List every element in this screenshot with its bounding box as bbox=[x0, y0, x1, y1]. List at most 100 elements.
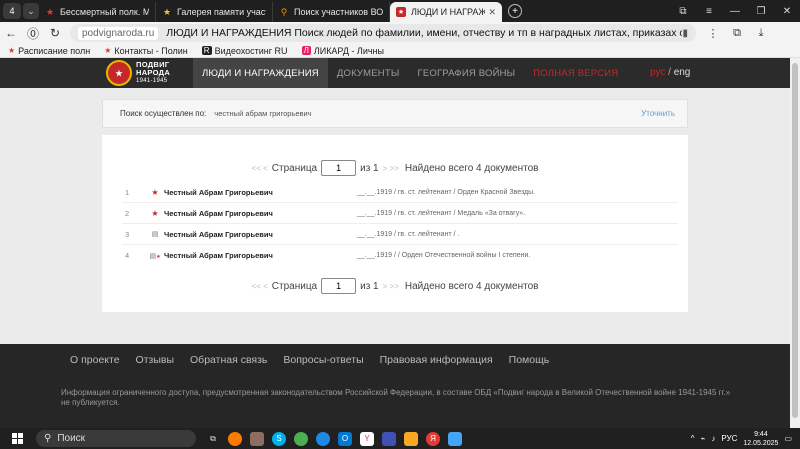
bookmark-label: Видеохостинг RU bbox=[214, 45, 288, 56]
browser-tab-active[interactable]: ★ ЛЮДИ И НАГРАЖДЕН ✕ bbox=[390, 2, 502, 22]
more-icon[interactable]: ⋮ bbox=[702, 27, 724, 40]
folder-icon[interactable] bbox=[404, 431, 418, 446]
browser-tab[interactable]: ★ Бессмертный полк. Моск bbox=[39, 2, 156, 22]
maximize-icon[interactable]: ❐ bbox=[748, 6, 774, 17]
bookmark-icon[interactable]: ▮ bbox=[682, 28, 688, 39]
tray-language[interactable]: РУС bbox=[721, 434, 737, 443]
footer-link-reviews[interactable]: Отзывы bbox=[136, 354, 174, 366]
result-row[interactable]: 4 ▤★ Честный Абрам Григорьевич __.__.191… bbox=[122, 245, 678, 266]
footer-link-faq[interactable]: Вопросы-ответы bbox=[283, 354, 363, 366]
result-row[interactable]: 1 ★ Честный Абрам Григорьевич __.__.1919… bbox=[122, 182, 678, 203]
logo-line2: НАРОДА bbox=[136, 68, 171, 77]
lang-en[interactable]: eng bbox=[674, 67, 691, 78]
app-icon[interactable] bbox=[250, 431, 264, 446]
star-icon: ★ bbox=[45, 6, 55, 17]
browser-tab[interactable]: ★ Галерея памяти участник bbox=[156, 2, 273, 22]
footer-link-about[interactable]: О проекте bbox=[70, 354, 120, 366]
taskbar-search[interactable]: ⚲ Поиск bbox=[36, 430, 196, 447]
chrome-icon[interactable] bbox=[294, 431, 308, 446]
likard-icon: Л bbox=[301, 46, 311, 55]
nav-war-geography[interactable]: ГЕОГРАФИЯ ВОЙНЫ bbox=[408, 58, 524, 88]
pager-top: << < Страница из 1 > >> Найдено всего 4 … bbox=[102, 160, 688, 176]
nav-full-version[interactable]: ПОЛНАЯ ВЕРСИЯ bbox=[524, 58, 627, 88]
tab-title: ЛЮДИ И НАГРАЖДЕН bbox=[411, 7, 486, 17]
clock[interactable]: 9:44 12.05.2025 bbox=[743, 430, 778, 448]
result-row[interactable]: 2 ★ Честный Абрам Григорьевич __.__.1919… bbox=[122, 203, 678, 224]
pager-next[interactable]: > >> bbox=[383, 164, 399, 173]
bookmark-label: Контакты - Полин bbox=[114, 45, 188, 56]
pager-next[interactable]: > >> bbox=[383, 282, 399, 291]
volume-icon[interactable]: ♪ bbox=[711, 434, 715, 443]
protect-icon[interactable]: ⓪ bbox=[22, 25, 44, 42]
menu-icon[interactable]: ≡ bbox=[696, 6, 722, 17]
pager-page-label: Страница bbox=[271, 280, 318, 292]
close-icon[interactable]: ✕ bbox=[485, 7, 496, 18]
tab-count-button[interactable]: 4 bbox=[3, 3, 21, 19]
nav-documents[interactable]: ДОКУМЕНТЫ bbox=[328, 58, 409, 88]
result-name[interactable]: Честный Абрам Григорьевич bbox=[164, 251, 344, 260]
search-summary: Поиск осуществлен по: честный абрам григ… bbox=[102, 99, 688, 128]
page-scrollbar[interactable] bbox=[790, 58, 800, 428]
bookmark-item[interactable]: ★ Контакты - Полин bbox=[104, 46, 188, 56]
result-name[interactable]: Честный Абрам Григорьевич bbox=[164, 209, 344, 218]
result-details: __.__.1919 / гв. ст. лейтенант / Медаль … bbox=[357, 209, 526, 217]
tab-title: Галерея памяти участник bbox=[177, 7, 266, 17]
bookmark-item[interactable]: R Видеохостинг RU bbox=[201, 45, 288, 56]
star-icon: ★ bbox=[151, 187, 159, 197]
task-view-icon[interactable]: ⧉ bbox=[206, 432, 220, 446]
result-details: __.__.1919 / гв. ст. лейтенант / . bbox=[357, 230, 460, 238]
close-window-icon[interactable]: ✕ bbox=[774, 6, 800, 17]
bookmark-label: Расписание полн bbox=[18, 45, 91, 56]
pager-prev[interactable]: << < bbox=[252, 282, 268, 291]
outlook-icon[interactable]: O bbox=[338, 431, 352, 446]
lang-ru[interactable]: рус bbox=[650, 67, 665, 78]
bookmark-label: ЛИКАРД - Личны bbox=[313, 45, 384, 56]
chevron-up-icon[interactable]: ^ bbox=[691, 434, 695, 443]
pager-prev[interactable]: << < bbox=[252, 164, 268, 173]
nav-people-awards[interactable]: ЛЮДИ И НАГРАЖДЕНИЯ bbox=[193, 58, 328, 88]
windows-start-icon[interactable] bbox=[6, 433, 28, 444]
pager-bottom: << < Страница из 1 > >> Найдено всего 4 … bbox=[102, 278, 688, 294]
clock-time: 9:44 bbox=[754, 430, 768, 438]
back-icon[interactable]: ← bbox=[0, 26, 22, 40]
refine-link[interactable]: Уточнить bbox=[641, 109, 675, 118]
page-number-input[interactable] bbox=[321, 160, 357, 176]
chevron-down-icon[interactable]: ⌄ bbox=[23, 3, 39, 19]
tab-search-icon[interactable]: ⧉ bbox=[670, 6, 696, 17]
footer-link-help[interactable]: Помощь bbox=[509, 354, 550, 366]
bookmark-item[interactable]: Л ЛИКАРД - Личны bbox=[301, 45, 384, 56]
yandex-browser-icon[interactable]: Y bbox=[360, 431, 374, 446]
minimize-icon[interactable]: — bbox=[722, 6, 748, 17]
star-icon: ★ bbox=[162, 6, 172, 17]
scrollbar-thumb[interactable] bbox=[792, 63, 798, 418]
result-row[interactable]: 3 ▤ Честный Абрам Григорьевич __.__.1919… bbox=[122, 224, 678, 245]
result-details: __.__.1919 / / Орден Отечественной войны… bbox=[357, 252, 531, 259]
footer-link-legal[interactable]: Правовая информация bbox=[380, 354, 493, 366]
new-tab-button[interactable]: + bbox=[508, 4, 522, 18]
lang-separator: / bbox=[668, 67, 671, 78]
result-name[interactable]: Честный Абрам Григорьевич bbox=[164, 188, 344, 197]
site-logo[interactable]: ★ ПОДВИГ НАРОДА 1941-1945 bbox=[106, 60, 170, 86]
store-icon[interactable] bbox=[382, 431, 396, 446]
result-name[interactable]: Честный Абрам Григорьевич bbox=[164, 230, 344, 239]
result-number: 3 bbox=[125, 229, 130, 239]
star-icon: ★ bbox=[151, 208, 159, 218]
skype-icon[interactable]: S bbox=[272, 431, 286, 446]
download-icon[interactable]: ⤓ bbox=[750, 27, 772, 40]
edge-icon[interactable] bbox=[316, 431, 330, 446]
extensions-icon[interactable]: ⧉ bbox=[726, 27, 748, 40]
pager-of-label: из 1 bbox=[360, 280, 379, 292]
reload-icon[interactable]: ↻ bbox=[44, 26, 66, 40]
url-field[interactable]: podvignaroda.ru ЛЮДИ И НАГРАЖДЕНИЯ Поиск… bbox=[70, 24, 696, 42]
logo-text: ПОДВИГ НАРОДА 1941-1945 bbox=[136, 61, 170, 85]
page-number-input[interactable] bbox=[321, 278, 357, 294]
browser-tab[interactable]: ⚲ Поиск участников ВОВ п bbox=[273, 2, 390, 22]
photos-icon[interactable] bbox=[448, 431, 462, 446]
footer-link-feedback[interactable]: Обратная связь bbox=[190, 354, 267, 366]
bookmark-item[interactable]: ★ Расписание полн bbox=[8, 46, 90, 56]
yandex-icon[interactable]: Я bbox=[426, 431, 440, 446]
notifications-icon[interactable]: ▭ bbox=[784, 434, 792, 443]
url-domain: podvignaroda.ru bbox=[78, 26, 159, 40]
network-icon[interactable]: ⌁ bbox=[701, 434, 706, 443]
firefox-icon[interactable] bbox=[228, 431, 242, 446]
